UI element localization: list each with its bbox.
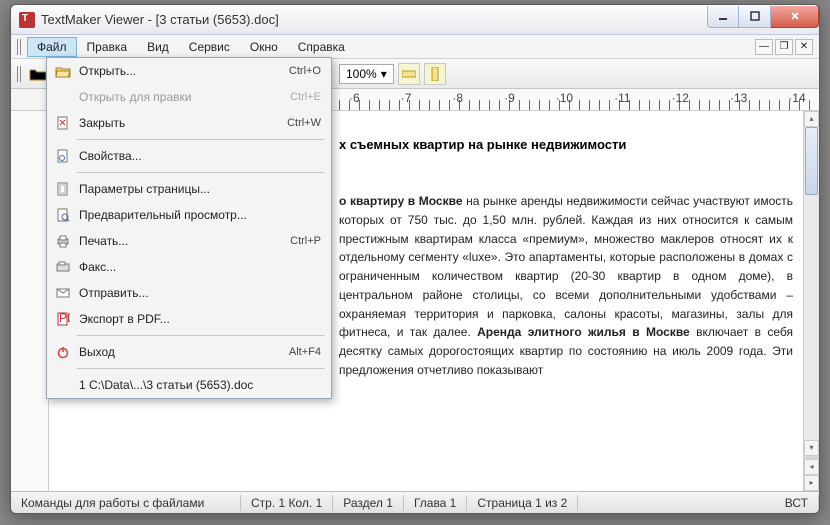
menu-item-export-pdf[interactable]: PDF Экспорт в PDF...	[47, 306, 331, 332]
maximize-button[interactable]	[739, 6, 771, 28]
mdi-minimize-button[interactable]: —	[755, 39, 773, 55]
menubar: Файл Правка Вид Сервис Окно Справка — ❐ …	[11, 35, 819, 59]
zoom-value: 100%	[346, 67, 377, 81]
status-chapter: Глава 1	[404, 495, 467, 511]
ruler-v-button[interactable]	[424, 63, 446, 85]
close-button[interactable]	[771, 6, 819, 28]
mdi-close-button[interactable]: ✕	[795, 39, 813, 55]
close-doc-icon	[53, 114, 73, 132]
menu-item-preview[interactable]: Предварительный просмотр...	[47, 202, 331, 228]
status-position: Стр. 1 Кол. 1	[241, 495, 333, 511]
menu-item-print[interactable]: Печать... Ctrl+P	[47, 228, 331, 254]
scroll-thumb[interactable]	[805, 127, 818, 195]
status-section: Раздел 1	[333, 495, 404, 511]
doc-bold: Аренда элитного жилья в Москве	[477, 325, 690, 339]
folder-open-icon	[53, 62, 73, 80]
window-title: TextMaker Viewer - [3 статьи (5653).doc]	[41, 12, 707, 27]
properties-icon	[53, 147, 73, 165]
mdi-controls: — ❐ ✕	[755, 39, 813, 55]
menu-edit[interactable]: Правка	[77, 37, 138, 57]
ruler-h-button[interactable]	[398, 63, 420, 85]
minimize-button[interactable]	[707, 6, 739, 28]
menu-item-send[interactable]: Отправить...	[47, 280, 331, 306]
mdi-restore-button[interactable]: ❐	[775, 39, 793, 55]
menu-item-close[interactable]: Закрыть Ctrl+W	[47, 110, 331, 136]
statusbar: Команды для работы с файлами Стр. 1 Кол.…	[11, 491, 819, 513]
vertical-scrollbar[interactable]: ▴ ▾ ◂ ▸	[803, 111, 819, 491]
menu-file[interactable]: Файл	[27, 37, 77, 57]
scroll-track[interactable]	[804, 127, 819, 440]
menu-item-open[interactable]: Открыть... Ctrl+O	[47, 58, 331, 84]
status-hint: Команды для работы с файлами	[11, 495, 241, 511]
doc-heading: х съемных квартир на рынке недвижимости	[339, 137, 793, 152]
doc-body: о квартиру в Москве на рынке аренды недв…	[339, 192, 793, 380]
page-setup-icon	[53, 180, 73, 198]
menu-service[interactable]: Сервис	[179, 37, 240, 57]
window-controls	[707, 6, 819, 28]
toolbar-grip	[17, 66, 23, 82]
power-icon	[53, 343, 73, 361]
zoom-combo[interactable]: 100% ▾	[339, 64, 394, 84]
scroll-down-button[interactable]: ▾	[804, 440, 819, 456]
menu-item-recent-1[interactable]: 1 C:\Data\...\3 статьи (5653).doc	[47, 372, 331, 398]
menu-item-open-edit: Открыть для правки Ctrl+E	[47, 84, 331, 110]
fax-icon	[53, 258, 73, 276]
menu-item-page-setup[interactable]: Параметры страницы...	[47, 176, 331, 202]
chevron-down-icon: ▾	[381, 67, 387, 81]
menu-view[interactable]: Вид	[137, 37, 179, 57]
status-insert-mode[interactable]: ВСТ	[775, 495, 819, 511]
printer-icon	[53, 232, 73, 250]
menu-window[interactable]: Окно	[240, 37, 288, 57]
pdf-icon: PDF	[53, 310, 73, 328]
doc-bold: о квартиру в Москве	[339, 194, 463, 208]
prev-page-button[interactable]: ◂	[804, 459, 819, 475]
svg-text:PDF: PDF	[59, 312, 70, 325]
menubar-grip	[17, 39, 23, 55]
app-icon	[19, 12, 35, 28]
menu-item-fax[interactable]: Факс...	[47, 254, 331, 280]
menu-item-exit[interactable]: Выход Alt+F4	[47, 339, 331, 365]
status-pages: Страница 1 из 2	[467, 495, 578, 511]
preview-icon	[53, 206, 73, 224]
file-menu-dropdown: Открыть... Ctrl+O Открыть для правки Ctr…	[46, 57, 332, 399]
vertical-ruler[interactable]	[11, 111, 49, 491]
menu-item-properties[interactable]: Свойства...	[47, 143, 331, 169]
envelope-icon	[53, 284, 73, 302]
next-page-button[interactable]: ▸	[804, 475, 819, 491]
titlebar: TextMaker Viewer - [3 статьи (5653).doc]	[11, 5, 819, 35]
menu-help[interactable]: Справка	[288, 37, 355, 57]
